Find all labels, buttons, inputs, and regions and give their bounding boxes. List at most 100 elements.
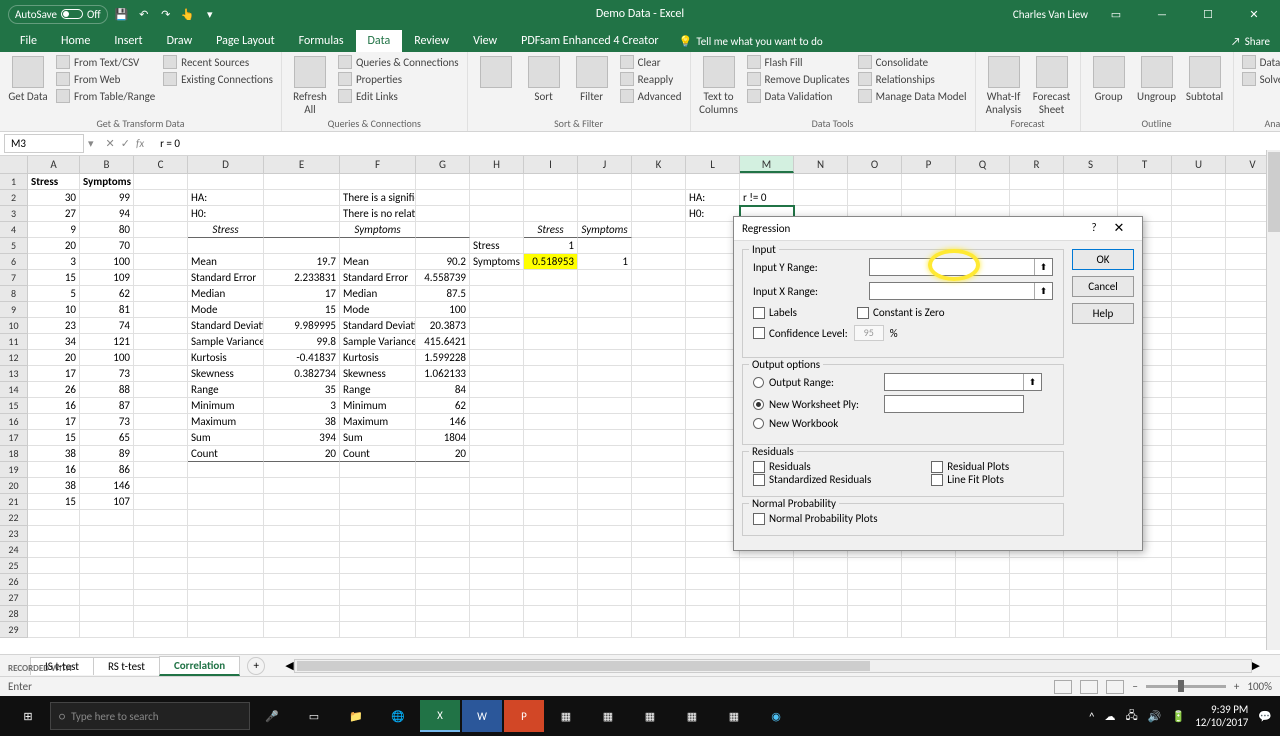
cell[interactable]: 17 bbox=[28, 414, 80, 430]
cell[interactable] bbox=[578, 302, 632, 318]
cell[interactable]: 26 bbox=[28, 382, 80, 398]
cell[interactable] bbox=[1172, 366, 1226, 382]
cell[interactable] bbox=[794, 190, 848, 206]
cell[interactable] bbox=[264, 574, 340, 590]
col-header-R[interactable]: R bbox=[1010, 156, 1064, 173]
row-header[interactable]: 8 bbox=[0, 286, 28, 302]
cell[interactable] bbox=[632, 382, 686, 398]
cell[interactable]: 1.599228 bbox=[416, 350, 470, 366]
cell[interactable] bbox=[632, 286, 686, 302]
cell[interactable] bbox=[134, 462, 188, 478]
row-header[interactable]: 19 bbox=[0, 462, 28, 478]
app-icon[interactable]: ▦ bbox=[672, 700, 712, 732]
cell[interactable] bbox=[340, 542, 416, 558]
cell[interactable]: Symptoms bbox=[470, 254, 524, 270]
cell[interactable] bbox=[632, 350, 686, 366]
col-header-H[interactable]: H bbox=[470, 156, 524, 173]
recent-sources[interactable]: Recent Sources bbox=[161, 54, 275, 70]
cell[interactable] bbox=[470, 366, 524, 382]
confidence-value[interactable]: 95 bbox=[854, 325, 884, 341]
cell[interactable]: 0.382734 bbox=[264, 366, 340, 382]
cell[interactable] bbox=[902, 574, 956, 590]
cell[interactable]: 121 bbox=[80, 334, 134, 350]
text-to-columns[interactable]: Text to Columns bbox=[697, 54, 741, 118]
tab-home[interactable]: Home bbox=[49, 30, 102, 52]
cell[interactable]: 16 bbox=[28, 462, 80, 478]
cell[interactable] bbox=[1010, 606, 1064, 622]
col-header-E[interactable]: E bbox=[264, 156, 340, 173]
cell[interactable] bbox=[1064, 574, 1118, 590]
cell[interactable] bbox=[524, 318, 578, 334]
cell[interactable] bbox=[902, 622, 956, 638]
cell[interactable]: 19.7 bbox=[264, 254, 340, 270]
cell[interactable]: Standard Deviation bbox=[188, 318, 264, 334]
y-range-input[interactable]: ⬆ bbox=[869, 258, 1053, 276]
cell[interactable] bbox=[1118, 574, 1172, 590]
cell[interactable]: Sum bbox=[188, 430, 264, 446]
cell[interactable] bbox=[1118, 558, 1172, 574]
manage-data-model[interactable]: Manage Data Model bbox=[856, 88, 969, 104]
cell[interactable] bbox=[524, 350, 578, 366]
residuals-checkbox[interactable]: Residuals bbox=[753, 460, 871, 473]
cell[interactable] bbox=[848, 622, 902, 638]
cell[interactable] bbox=[1172, 494, 1226, 510]
range-select-icon[interactable]: ⬆ bbox=[1034, 283, 1052, 299]
cell[interactable] bbox=[578, 590, 632, 606]
cell[interactable] bbox=[1064, 622, 1118, 638]
cell[interactable]: 100 bbox=[416, 302, 470, 318]
cell[interactable]: 100 bbox=[80, 350, 134, 366]
cell[interactable]: 30 bbox=[28, 190, 80, 206]
col-header-L[interactable]: L bbox=[686, 156, 740, 173]
fx-icon[interactable]: fx bbox=[136, 137, 144, 150]
cell[interactable] bbox=[1010, 574, 1064, 590]
cell[interactable] bbox=[1172, 510, 1226, 526]
cell[interactable] bbox=[1118, 590, 1172, 606]
cell[interactable]: H0: bbox=[686, 206, 740, 222]
cell[interactable] bbox=[632, 574, 686, 590]
dialog-help-icon[interactable]: ? bbox=[1084, 221, 1104, 236]
cell[interactable] bbox=[1118, 190, 1172, 206]
cell[interactable]: Skewness bbox=[188, 366, 264, 382]
row-header[interactable]: 1 bbox=[0, 174, 28, 190]
maximize-icon[interactable]: ☐ bbox=[1190, 0, 1226, 28]
excel-icon[interactable]: X bbox=[420, 700, 460, 732]
row-header[interactable]: 12 bbox=[0, 350, 28, 366]
cell[interactable] bbox=[686, 382, 740, 398]
cell[interactable] bbox=[188, 462, 264, 478]
cell[interactable] bbox=[134, 510, 188, 526]
cell[interactable] bbox=[524, 334, 578, 350]
cell[interactable]: Count bbox=[188, 446, 264, 462]
cell[interactable] bbox=[686, 446, 740, 462]
cell[interactable] bbox=[578, 382, 632, 398]
cell[interactable] bbox=[1064, 606, 1118, 622]
cell[interactable] bbox=[80, 622, 134, 638]
cell[interactable] bbox=[578, 398, 632, 414]
cell[interactable]: 415.6421 bbox=[416, 334, 470, 350]
row-header[interactable]: 5 bbox=[0, 238, 28, 254]
cell[interactable] bbox=[340, 574, 416, 590]
range-select-icon[interactable]: ⬆ bbox=[1034, 259, 1052, 275]
cell[interactable] bbox=[1010, 558, 1064, 574]
cell[interactable] bbox=[470, 270, 524, 286]
cell[interactable] bbox=[416, 190, 470, 206]
cell[interactable] bbox=[524, 494, 578, 510]
cell[interactable] bbox=[470, 286, 524, 302]
cell[interactable] bbox=[134, 334, 188, 350]
cell[interactable]: Stress bbox=[28, 174, 80, 190]
cell[interactable]: Stress bbox=[470, 238, 524, 254]
tab-insert[interactable]: Insert bbox=[102, 30, 154, 52]
cell[interactable] bbox=[264, 478, 340, 494]
cell[interactable] bbox=[578, 462, 632, 478]
sheet-tab-rs-ttest[interactable]: RS t-test bbox=[93, 657, 160, 675]
cell[interactable]: 65 bbox=[80, 430, 134, 446]
row-header[interactable]: 25 bbox=[0, 558, 28, 574]
cell[interactable]: Maximum bbox=[188, 414, 264, 430]
normal-prob-plots-checkbox[interactable]: Normal Probability Plots bbox=[753, 512, 1053, 525]
cell[interactable] bbox=[470, 606, 524, 622]
cell[interactable] bbox=[1172, 398, 1226, 414]
cell[interactable] bbox=[524, 286, 578, 302]
row-header[interactable]: 29 bbox=[0, 622, 28, 638]
cell[interactable] bbox=[686, 318, 740, 334]
subtotal-button[interactable]: Subtotal bbox=[1183, 54, 1227, 105]
mic-icon[interactable]: 🎤 bbox=[252, 700, 292, 732]
